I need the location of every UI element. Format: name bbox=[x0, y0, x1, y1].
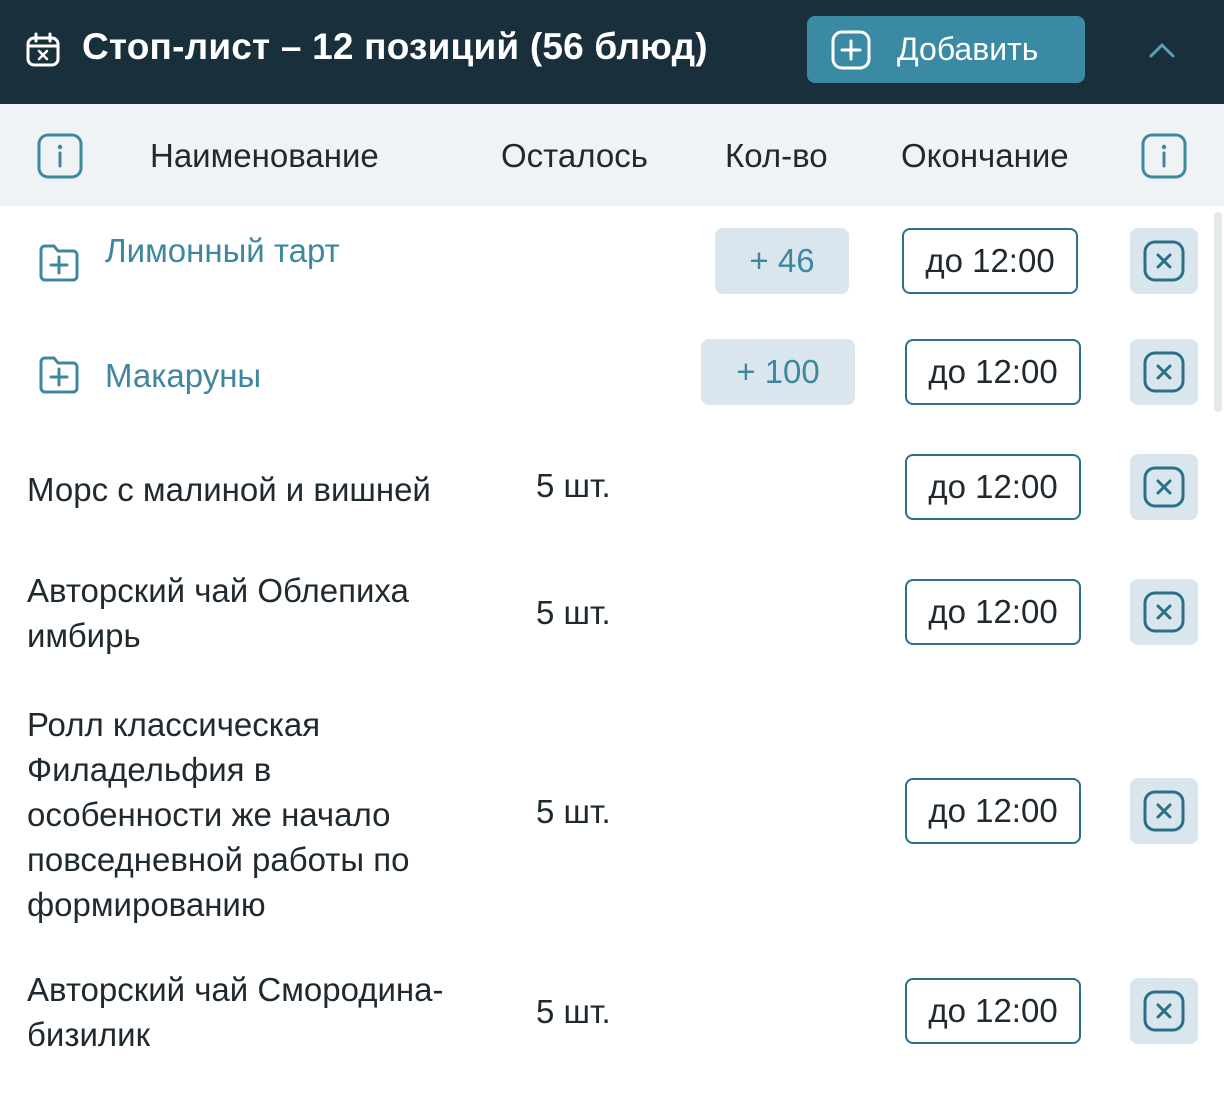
end-time-button[interactable]: до 12:00 bbox=[905, 778, 1081, 844]
column-remaining: Осталось bbox=[501, 137, 648, 174]
close-icon bbox=[1143, 591, 1185, 633]
item-name: Авторский чай Облепиха имбирь bbox=[27, 572, 409, 654]
table-row: Ролл классическая Филадельфия в особенно… bbox=[0, 700, 1210, 930]
end-time-button[interactable]: до 12:00 bbox=[902, 228, 1078, 294]
remove-button[interactable] bbox=[1130, 339, 1198, 405]
add-button-label: Добавить bbox=[897, 31, 1039, 67]
calendar-x-icon bbox=[26, 32, 60, 67]
scrollbar[interactable] bbox=[1214, 212, 1222, 412]
remaining-value: 5 шт. bbox=[536, 594, 611, 631]
group-name[interactable]: Лимонный тарт bbox=[105, 228, 340, 273]
info-icon[interactable] bbox=[1141, 133, 1187, 179]
table-header: Наименование Осталось Кол-во Окончание bbox=[0, 104, 1224, 206]
close-icon bbox=[1143, 990, 1185, 1032]
table-row: Авторский чай Смородина-бизилик 5 шт. до… bbox=[0, 965, 1210, 1065]
close-icon bbox=[1143, 351, 1185, 393]
table-row: Макаруны + 100 до 12:00 bbox=[0, 339, 1210, 409]
end-time-button[interactable]: до 12:00 bbox=[905, 454, 1081, 520]
plus-square-icon bbox=[831, 30, 871, 69]
close-icon bbox=[1143, 466, 1185, 508]
remaining-value: 5 шт. bbox=[536, 793, 611, 830]
remove-button[interactable] bbox=[1130, 978, 1198, 1044]
table-row: Авторский чай Облепиха имбирь 5 шт. до 1… bbox=[0, 566, 1210, 666]
end-time-button[interactable]: до 12:00 bbox=[905, 579, 1081, 645]
page-title: Стоп-лист – 12 позиций (56 блюд) bbox=[82, 26, 708, 67]
item-name: Ролл классическая Филадельфия в особенно… bbox=[27, 706, 410, 923]
close-icon bbox=[1143, 790, 1185, 832]
column-name: Наименование bbox=[150, 137, 379, 174]
info-icon[interactable] bbox=[37, 133, 83, 179]
item-name: Авторский чай Смородина-бизилик bbox=[27, 971, 444, 1053]
end-time-button[interactable]: до 12:00 bbox=[905, 978, 1081, 1044]
stoplist-header: Стоп-лист – 12 позиций (56 блюд) Добавит… bbox=[0, 0, 1224, 104]
remaining-value: 5 шт. bbox=[536, 467, 611, 504]
remaining-value: 5 шт. bbox=[536, 993, 611, 1030]
close-icon bbox=[1143, 240, 1185, 282]
qty-badge[interactable]: + 100 bbox=[701, 339, 855, 405]
add-button[interactable]: Добавить bbox=[807, 16, 1085, 83]
group-name[interactable]: Макаруны bbox=[105, 353, 261, 398]
item-name: Морс с малиной и вишней bbox=[27, 471, 431, 508]
folder-plus-icon[interactable] bbox=[36, 240, 82, 284]
column-end: Окончание bbox=[901, 137, 1069, 174]
table-row: Морс с малиной и вишней 5 шт. до 12:00 bbox=[0, 454, 1210, 524]
column-qty: Кол-во bbox=[725, 137, 828, 174]
chevron-up-icon[interactable] bbox=[1140, 30, 1184, 70]
remove-button[interactable] bbox=[1130, 228, 1198, 294]
remove-button[interactable] bbox=[1130, 579, 1198, 645]
remove-button[interactable] bbox=[1130, 454, 1198, 520]
end-time-button[interactable]: до 12:00 bbox=[905, 339, 1081, 405]
qty-badge[interactable]: + 46 bbox=[715, 228, 849, 294]
folder-plus-icon[interactable] bbox=[36, 352, 82, 396]
table-row: Лимонный тарт + 46 до 12:00 bbox=[0, 228, 1210, 298]
remove-button[interactable] bbox=[1130, 778, 1198, 844]
